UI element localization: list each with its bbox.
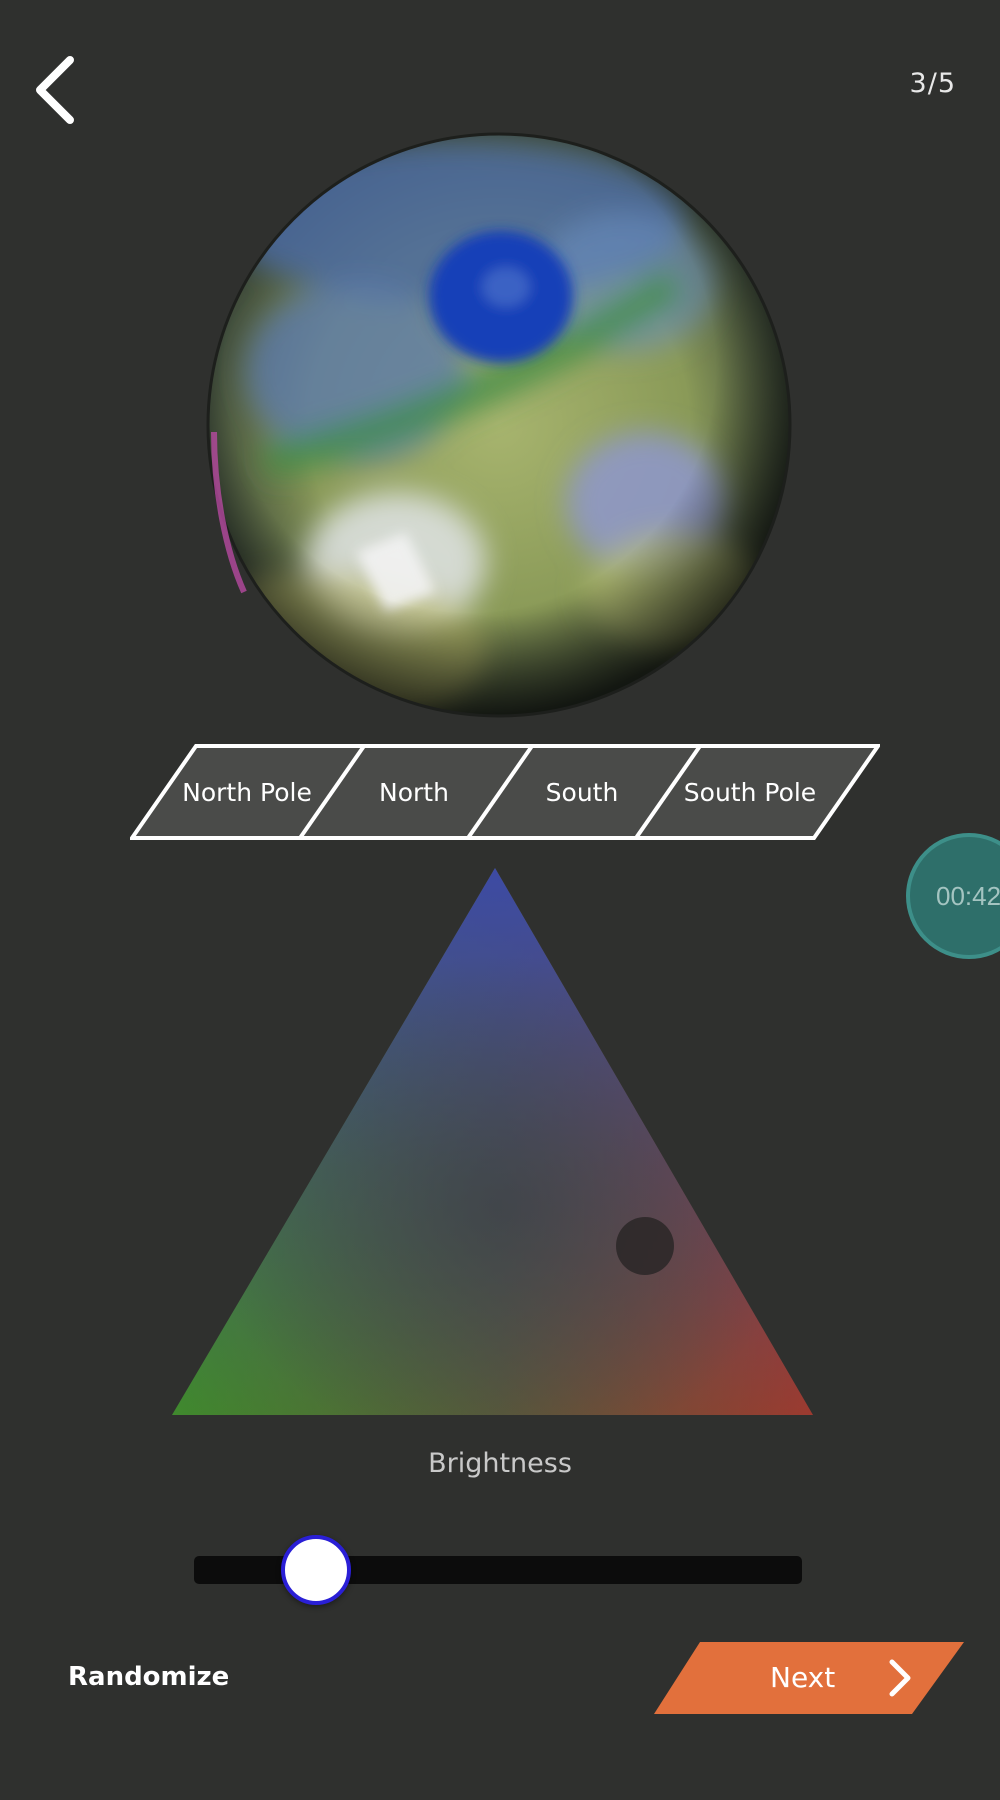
page-counter: 3/5 bbox=[909, 68, 956, 99]
brightness-slider-thumb[interactable] bbox=[280, 1535, 351, 1605]
tab-south[interactable]: South bbox=[497, 742, 667, 842]
randomize-button[interactable]: Randomize bbox=[68, 1662, 229, 1692]
back-button[interactable] bbox=[30, 52, 90, 128]
color-triangle-picker[interactable] bbox=[170, 860, 830, 1420]
region-tabs: North Pole North South South Pole bbox=[130, 742, 880, 842]
timer-badge: 00:42 bbox=[906, 833, 1000, 959]
chevron-right-icon bbox=[889, 1659, 911, 1697]
color-picker-handle[interactable] bbox=[616, 1217, 674, 1275]
brightness-label: Brightness bbox=[428, 1448, 572, 1479]
planet-customizer-screen: 3/5 North Pole North South South Pole 00… bbox=[0, 0, 1000, 1800]
planet-globe[interactable] bbox=[206, 132, 792, 718]
next-button[interactable]: Next bbox=[652, 1640, 966, 1716]
tab-north-pole[interactable]: North Pole bbox=[162, 742, 332, 842]
chevron-left-icon bbox=[36, 56, 74, 124]
tab-south-pole[interactable]: South Pole bbox=[665, 742, 835, 842]
next-label: Next bbox=[770, 1661, 836, 1694]
brightness-slider[interactable] bbox=[194, 1535, 802, 1605]
tab-north[interactable]: North bbox=[329, 742, 499, 842]
